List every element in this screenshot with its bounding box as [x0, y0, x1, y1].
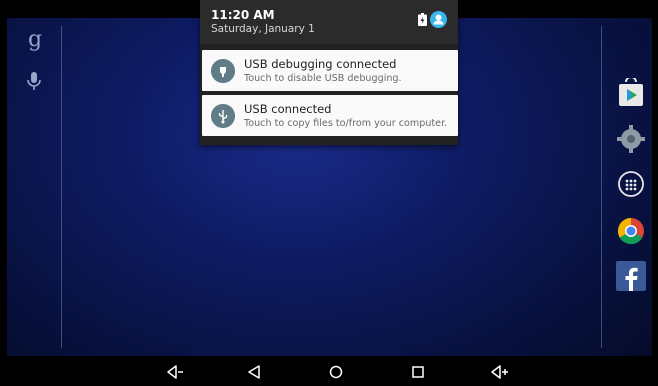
recents-icon[interactable]: [408, 362, 428, 382]
adb-icon: [211, 59, 235, 83]
notification-usb-connected[interactable]: USB connected Touch to copy files to/fro…: [202, 95, 458, 136]
left-rail: [61, 26, 62, 348]
settings-icon[interactable]: [616, 124, 646, 154]
home-icon[interactable]: [326, 362, 346, 382]
notification-shade: 11:20 AM Saturday, January 1 USB debuggi…: [200, 0, 458, 145]
right-rail: [601, 26, 602, 348]
notification-title: USB connected: [244, 102, 332, 116]
chrome-icon[interactable]: [616, 216, 646, 246]
play-store-icon[interactable]: [616, 78, 646, 108]
usb-icon: [211, 104, 235, 128]
volume-down-icon[interactable]: [164, 362, 184, 382]
navigation-bar: [0, 356, 658, 386]
notification-text: Touch to disable USB debugging.: [244, 73, 402, 84]
back-icon[interactable]: [244, 362, 264, 382]
notification-title: USB debugging connected: [244, 57, 397, 71]
volume-up-icon[interactable]: [490, 362, 510, 382]
facebook-icon[interactable]: [616, 261, 646, 291]
clock-time: 11:20 AM: [211, 8, 275, 22]
battery-icon: [418, 13, 427, 26]
shade-header: 11:20 AM Saturday, January 1: [200, 0, 458, 44]
google-g-icon[interactable]: g: [24, 27, 46, 53]
account-icon[interactable]: [430, 11, 447, 28]
mic-icon[interactable]: [25, 70, 43, 92]
apps-drawer-icon[interactable]: [616, 169, 646, 199]
clock-date: Saturday, January 1: [211, 23, 315, 35]
notification-usb-debugging[interactable]: USB debugging connected Touch to disable…: [202, 50, 458, 91]
notification-text: Touch to copy files to/from your compute…: [244, 118, 448, 129]
